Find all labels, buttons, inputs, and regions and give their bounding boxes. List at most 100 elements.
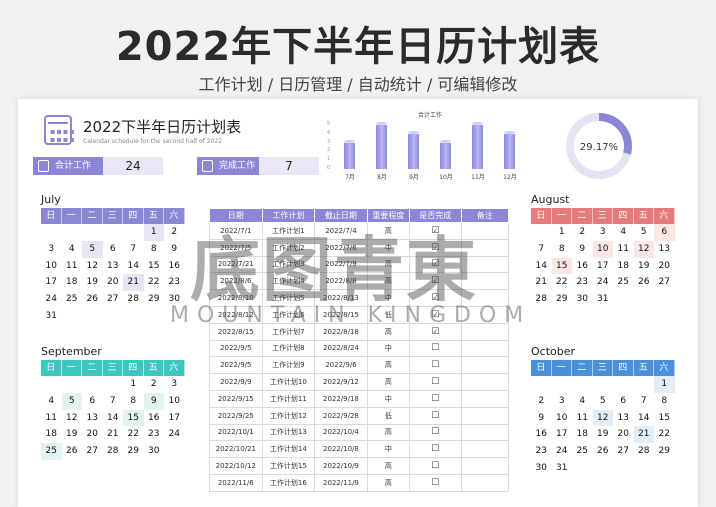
day-cell[interactable]: 1 bbox=[552, 224, 573, 241]
day-cell[interactable]: 11 bbox=[62, 258, 83, 275]
day-cell[interactable]: 14 bbox=[103, 410, 124, 427]
day-cell[interactable]: 24 bbox=[593, 274, 614, 291]
day-cell[interactable]: 4 bbox=[62, 241, 83, 258]
day-cell[interactable]: 9 bbox=[531, 410, 552, 427]
table-cell[interactable]: 低 bbox=[366, 406, 411, 425]
table-cell[interactable] bbox=[460, 373, 510, 391]
day-cell[interactable]: 25 bbox=[41, 443, 62, 460]
day-cell[interactable]: 17 bbox=[164, 410, 185, 427]
day-cell[interactable]: 12 bbox=[592, 409, 613, 427]
day-cell[interactable]: 1 bbox=[143, 224, 164, 241]
day-cell[interactable]: 11 bbox=[572, 410, 593, 427]
table-cell[interactable]: 2022/10/12 bbox=[209, 457, 263, 475]
table-cell[interactable]: 工作计划6 bbox=[261, 305, 316, 324]
day-cell[interactable]: 23 bbox=[144, 426, 165, 443]
day-cell[interactable]: 27 bbox=[613, 443, 634, 460]
table-cell[interactable]: 工作计划7 bbox=[261, 322, 316, 341]
table-cell[interactable]: 2022/8/15 bbox=[209, 322, 263, 341]
table-cell[interactable] bbox=[460, 423, 510, 442]
day-cell[interactable]: 30 bbox=[572, 291, 593, 308]
day-cell[interactable]: 9 bbox=[164, 241, 185, 258]
day-cell[interactable]: 7 bbox=[103, 393, 124, 410]
table-cell[interactable]: 工作计划10 bbox=[261, 373, 316, 391]
table-cell[interactable]: 工作计划8 bbox=[261, 339, 316, 358]
table-cell[interactable]: 高 bbox=[366, 356, 411, 375]
day-cell[interactable]: 14 bbox=[123, 258, 144, 275]
table-cell[interactable]: 工作计划9 bbox=[261, 356, 316, 375]
day-cell[interactable]: 20 bbox=[82, 426, 103, 443]
day-cell[interactable]: 17 bbox=[593, 258, 614, 275]
day-cell[interactable]: 5 bbox=[593, 393, 614, 410]
table-cell[interactable] bbox=[460, 289, 510, 307]
day-cell[interactable]: 18 bbox=[572, 426, 593, 443]
day-cell[interactable]: 2 bbox=[144, 376, 165, 393]
day-cell[interactable]: 13 bbox=[82, 410, 103, 427]
day-cell[interactable]: 26 bbox=[634, 274, 655, 291]
table-cell[interactable]: 高 bbox=[366, 423, 411, 442]
table-cell[interactable]: 2022/8/18 bbox=[314, 322, 368, 341]
day-cell[interactable]: 19 bbox=[593, 426, 614, 443]
day-cell[interactable]: 10 bbox=[592, 240, 613, 258]
table-cell[interactable]: 2022/8/6 bbox=[209, 272, 263, 291]
day-cell[interactable]: 8 bbox=[123, 393, 144, 410]
table-cell[interactable]: 2022/10/8 bbox=[314, 440, 368, 459]
day-cell[interactable]: 28 bbox=[634, 443, 655, 460]
day-cell[interactable]: 26 bbox=[62, 443, 83, 460]
day-cell[interactable]: 31 bbox=[41, 308, 62, 325]
done-checkbox[interactable]: ☐ bbox=[409, 423, 462, 442]
day-cell[interactable]: 6 bbox=[103, 241, 124, 258]
done-checkbox[interactable]: ☐ bbox=[409, 356, 462, 375]
table-cell[interactable]: 2022/9/28 bbox=[314, 406, 368, 425]
table-cell[interactable]: 高 bbox=[366, 322, 411, 341]
table-cell[interactable]: 工作计划5 bbox=[261, 289, 316, 307]
day-cell[interactable]: 19 bbox=[634, 258, 655, 275]
table-cell[interactable]: 2022/8/8 bbox=[314, 272, 368, 291]
table-cell[interactable] bbox=[460, 356, 510, 375]
done-checkbox[interactable]: ☐ bbox=[409, 440, 462, 459]
day-cell[interactable]: 1 bbox=[123, 376, 144, 393]
day-cell[interactable]: 18 bbox=[613, 258, 634, 275]
day-cell[interactable]: 15 bbox=[123, 409, 144, 427]
day-cell[interactable]: 7 bbox=[531, 241, 552, 258]
table-cell[interactable]: 高 bbox=[366, 373, 411, 391]
table-cell[interactable]: 工作计划1 bbox=[261, 222, 316, 240]
day-cell[interactable]: 23 bbox=[572, 274, 593, 291]
table-cell[interactable]: 中 bbox=[366, 440, 411, 459]
day-cell[interactable]: 3 bbox=[41, 241, 62, 258]
day-cell[interactable]: 9 bbox=[572, 241, 593, 258]
day-cell[interactable]: 24 bbox=[41, 291, 62, 308]
table-cell[interactable]: 工作计划16 bbox=[261, 473, 316, 492]
day-cell[interactable]: 30 bbox=[164, 291, 185, 308]
day-cell[interactable]: 27 bbox=[82, 443, 103, 460]
table-cell[interactable]: 2022/9/25 bbox=[209, 406, 263, 425]
table-cell[interactable]: 2022/8/13 bbox=[314, 289, 368, 307]
table-cell[interactable]: 2022/7/5 bbox=[209, 238, 263, 257]
total-work-value[interactable]: 24 bbox=[103, 157, 163, 175]
day-cell[interactable]: 28 bbox=[531, 291, 552, 308]
table-cell[interactable]: 工作计划2 bbox=[261, 238, 316, 257]
table-cell[interactable]: 工作计划15 bbox=[261, 457, 316, 475]
day-cell[interactable]: 18 bbox=[41, 426, 62, 443]
table-cell[interactable] bbox=[460, 406, 510, 425]
table-cell[interactable]: 2022/11/6 bbox=[209, 473, 263, 492]
day-cell[interactable]: 29 bbox=[552, 291, 573, 308]
table-cell[interactable]: 2022/9/6 bbox=[314, 356, 368, 375]
day-cell[interactable]: 13 bbox=[654, 241, 675, 258]
day-cell[interactable]: 14 bbox=[634, 410, 655, 427]
day-cell[interactable]: 9 bbox=[143, 392, 164, 410]
done-checkbox[interactable]: ☑ bbox=[409, 222, 462, 240]
day-cell[interactable]: 20 bbox=[654, 258, 675, 275]
day-cell[interactable]: 28 bbox=[123, 291, 144, 308]
day-cell[interactable]: 16 bbox=[164, 258, 185, 275]
done-checkbox[interactable]: ☑ bbox=[409, 289, 462, 307]
table-cell[interactable]: 高 bbox=[366, 222, 411, 240]
day-cell[interactable]: 27 bbox=[103, 291, 124, 308]
day-cell[interactable]: 10 bbox=[41, 258, 62, 275]
done-checkbox[interactable]: ☑ bbox=[409, 272, 462, 291]
day-cell[interactable]: 25 bbox=[613, 274, 634, 291]
day-cell[interactable]: 13 bbox=[103, 258, 124, 275]
table-cell[interactable]: 中 bbox=[366, 339, 411, 358]
day-cell[interactable]: 15 bbox=[144, 258, 165, 275]
day-cell[interactable]: 21 bbox=[123, 274, 144, 292]
table-cell[interactable]: 2022/10/1 bbox=[209, 423, 263, 442]
